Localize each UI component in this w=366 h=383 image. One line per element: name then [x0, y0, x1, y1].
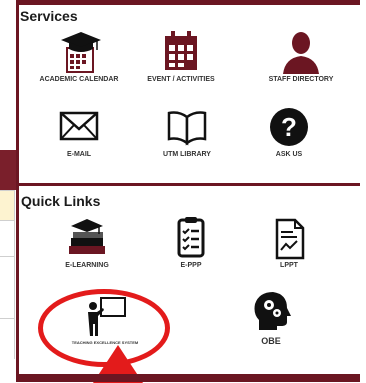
staff-directory-label: STAFF DIRECTORY [268, 76, 334, 83]
staff-directory-link[interactable]: STAFF DIRECTORY [256, 30, 346, 84]
envelope-icon [59, 111, 99, 141]
links-panel: Services ACADEMIC CALENDAR EVENT / ACTIV… [16, 0, 366, 383]
e-learning-label: E-LEARNING [65, 262, 109, 269]
book-icon [167, 111, 207, 146]
obe-label: OBE [261, 336, 281, 346]
left-row-fragment [0, 190, 15, 221]
e-ppp-link[interactable]: E-PPP [146, 216, 236, 270]
checklist-icon [177, 217, 205, 258]
services-title: Services [20, 8, 78, 24]
left-header-fragment [0, 150, 16, 190]
event-activities-label: EVENT / ACTIVITIES [147, 76, 215, 83]
email-link[interactable]: E-MAIL [34, 105, 124, 159]
graduation-calendar-icon [61, 32, 101, 73]
quick-links-title: Quick Links [21, 193, 101, 209]
question-icon: ? [270, 108, 308, 146]
email-label: E-MAIL [66, 151, 92, 158]
utm-library-link[interactable]: UTM LIBRARY [142, 105, 232, 159]
panel-border [16, 0, 19, 382]
report-document-icon [275, 218, 305, 260]
left-page-edge [0, 0, 16, 382]
academic-calendar-label: ACADEMIC CALENDAR [39, 76, 119, 83]
books-stack-icon [69, 219, 105, 254]
left-row-fragment [0, 318, 15, 359]
section-divider [16, 183, 360, 186]
obe-link[interactable]: OBE [226, 290, 316, 346]
lppt-label: LPPT [280, 262, 298, 269]
left-row-fragment [0, 256, 15, 319]
calendar-icon [165, 31, 197, 70]
lppt-link[interactable]: LPPT [244, 216, 334, 270]
svg-text:?: ? [281, 112, 297, 142]
panel-top-bar [16, 0, 360, 5]
head-gears-icon [254, 292, 291, 330]
event-activities-link[interactable]: EVENT / ACTIVITIES [136, 30, 226, 84]
person-icon [283, 32, 319, 74]
e-learning-link[interactable]: E-LEARNING [42, 216, 132, 270]
ask-us-label: ASK US [275, 151, 303, 158]
e-ppp-label: E-PPP [180, 262, 202, 269]
utm-library-label: UTM LIBRARY [163, 151, 211, 158]
panel-bottom-bar [16, 374, 360, 382]
academic-calendar-link[interactable]: ACADEMIC CALENDAR [34, 30, 124, 84]
ask-us-link[interactable]: ? ASK US [244, 105, 334, 159]
left-row-fragment [0, 220, 15, 257]
